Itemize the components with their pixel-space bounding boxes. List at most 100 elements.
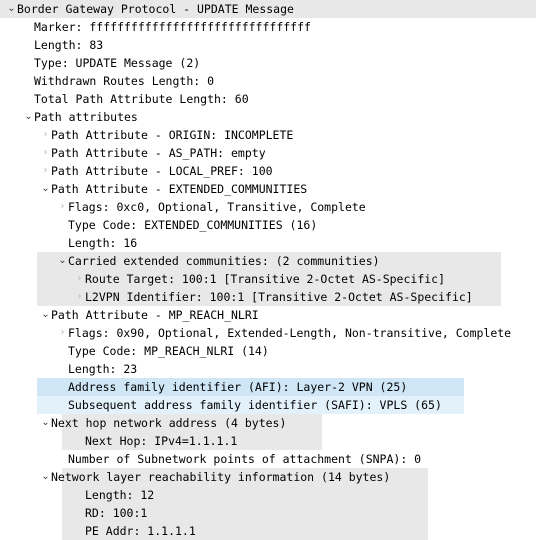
row-content: ⌄Path attributes: [0, 108, 138, 126]
chevron-right-icon[interactable]: ›: [74, 270, 85, 288]
chevron-right-icon[interactable]: ›: [74, 288, 85, 306]
row-content: PE Addr: 1.1.1.1: [0, 522, 196, 540]
row-content: ⌄Path Attribute - EXTENDED_COMMUNITIES: [0, 180, 307, 198]
row-content: › L2VPN Identifier: 100:1 [Transitive 2-O…: [0, 288, 473, 306]
chevron-down-icon[interactable]: ⌄: [40, 180, 51, 198]
tree-item-length-23[interactable]: Length: 23: [0, 360, 536, 378]
tree-item-next-hop[interactable]: Next Hop: IPv4=1.1.1.1: [0, 432, 536, 450]
tree-item-flags-0xc0[interactable]: › Flags: 0xc0, Optional, Transitive, Comp…: [0, 198, 536, 216]
row-content: › Flags: 0x90, Optional, Extended-Length,…: [0, 324, 512, 342]
row-content: Length: 16: [0, 234, 137, 252]
row-content: › Flags: 0xc0, Optional, Transitive, Comp…: [0, 198, 366, 216]
tree-item-label: Path Attribute - ORIGIN: INCOMPLETE: [51, 128, 294, 142]
tree-item-bgp-update-message[interactable]: ⌄Border Gateway Protocol - UPDATE Messag…: [0, 0, 536, 18]
row-content: Type Code: MP_REACH_NLRI (14): [0, 342, 269, 360]
row-content: Subsequent address family identifier (SA…: [0, 396, 442, 414]
tree-item-type[interactable]: Type: UPDATE Message (2): [0, 54, 536, 72]
row-content: Type: UPDATE Message (2): [0, 54, 200, 72]
chevron-down-icon[interactable]: ⌄: [23, 108, 34, 126]
tree-item-total-path-attribute-length[interactable]: Total Path Attribute Length: 60: [0, 90, 536, 108]
tree-item-label: Flags: 0x90, Optional, Extended-Length, …: [68, 326, 512, 340]
tree-item-label: Length: 23: [68, 362, 138, 376]
tree-item-type-code-extended-communities[interactable]: Type Code: EXTENDED_COMMUNITIES (16): [0, 216, 536, 234]
chevron-right-icon[interactable]: ›: [40, 144, 51, 162]
tree-item-label: Route Target: 100:1 [Transitive 2-Octet …: [85, 272, 446, 286]
row-content: Next Hop: IPv4=1.1.1.1: [0, 432, 237, 450]
tree-item-label: Length: 12: [85, 488, 155, 502]
row-content: Type Code: EXTENDED_COMMUNITIES (16): [0, 216, 317, 234]
row-content: ⌄Carried extended communities: (2 commun…: [0, 252, 380, 270]
tree-item-label: Address family identifier (AFI): Layer-2…: [68, 380, 408, 394]
tree-item-label: L2VPN Identifier: 100:1 [Transitive 2-Oc…: [85, 290, 473, 304]
row-content: › Path Attribute - ORIGIN: INCOMPLETE: [0, 126, 294, 144]
tree-item-label: Path Attribute - LOCAL_PREF: 100: [51, 164, 273, 178]
tree-item-label: Path Attribute - EXTENDED_COMMUNITIES: [51, 182, 308, 196]
tree-item-label: Flags: 0xc0, Optional, Transitive, Compl…: [68, 200, 366, 214]
tree-item-length-16[interactable]: Length: 16: [0, 234, 536, 252]
tree-item-label: Number of Subnetwork points of attachmen…: [68, 452, 422, 466]
tree-item-label: Path Attribute - MP_REACH_NLRI: [51, 308, 259, 322]
row-content: Length: 23: [0, 360, 137, 378]
tree-item-path-attribute-extended-communities[interactable]: ⌄Path Attribute - EXTENDED_COMMUNITIES: [0, 180, 536, 198]
row-content: RD: 100:1: [0, 504, 147, 522]
tree-item-flags-0x90[interactable]: › Flags: 0x90, Optional, Extended-Length,…: [0, 324, 536, 342]
row-content: Length: 12: [0, 486, 154, 504]
tree-item-length[interactable]: Length: 83: [0, 36, 536, 54]
tree-item-label: Network layer reachability information (…: [51, 470, 391, 484]
tree-item-label: Length: 83: [34, 38, 104, 52]
chevron-right-icon[interactable]: ›: [40, 126, 51, 144]
tree-item-label: Type: UPDATE Message (2): [34, 56, 201, 70]
row-content: ⌄Border Gateway Protocol - UPDATE Messag…: [0, 0, 294, 18]
tree-item-label: Subsequent address family identifier (SA…: [68, 398, 442, 412]
row-content: Withdrawn Routes Length: 0: [0, 72, 214, 90]
tree-item-label: Withdrawn Routes Length: 0: [34, 74, 215, 88]
packet-details-tree[interactable]: ⌄Border Gateway Protocol - UPDATE Messag…: [0, 0, 536, 540]
tree-item-label: Type Code: EXTENDED_COMMUNITIES (16): [68, 218, 318, 232]
chevron-down-icon[interactable]: ⌄: [40, 306, 51, 324]
tree-item-l2vpn-identifier[interactable]: › L2VPN Identifier: 100:1 [Transitive 2-O…: [0, 288, 536, 306]
tree-item-snpa-count[interactable]: Number of Subnetwork points of attachmen…: [0, 450, 536, 468]
tree-item-nlri-rd[interactable]: RD: 100:1: [0, 504, 536, 522]
tree-item-route-target[interactable]: › Route Target: 100:1 [Transitive 2-Octet…: [0, 270, 536, 288]
tree-item-nlri-length[interactable]: Length: 12: [0, 486, 536, 504]
tree-item-network-layer-reachability-information[interactable]: ⌄Network layer reachability information …: [0, 468, 536, 486]
row-content: Length: 83: [0, 36, 103, 54]
tree-item-label: PE Addr: 1.1.1.1: [85, 524, 196, 538]
tree-item-label: Path attributes: [34, 110, 138, 124]
row-content: › Path Attribute - LOCAL_PREF: 100: [0, 162, 273, 180]
tree-item-label: RD: 100:1: [85, 506, 148, 520]
row-content: › Route Target: 100:1 [Transitive 2-Octet…: [0, 270, 446, 288]
tree-item-label: Path Attribute - AS_PATH: empty: [51, 146, 266, 160]
tree-item-path-attribute-mp-reach-nlri[interactable]: ⌄Path Attribute - MP_REACH_NLRI: [0, 306, 536, 324]
tree-item-label: Carried extended communities: (2 communi…: [68, 254, 380, 268]
tree-item-marker[interactable]: Marker: ffffffffffffffffffffffffffffffff: [0, 18, 536, 36]
tree-item-label: Border Gateway Protocol - UPDATE Message: [17, 2, 294, 16]
row-content: Total Path Attribute Length: 60: [0, 90, 249, 108]
tree-item-withdrawn-routes-length[interactable]: Withdrawn Routes Length: 0: [0, 72, 536, 90]
tree-item-label: Length: 16: [68, 236, 138, 250]
tree-item-nlri-pe-addr[interactable]: PE Addr: 1.1.1.1: [0, 522, 536, 540]
row-content: ⌄Network layer reachability information …: [0, 468, 390, 486]
chevron-down-icon[interactable]: ⌄: [40, 468, 51, 486]
tree-item-type-code-mp-reach-nlri[interactable]: Type Code: MP_REACH_NLRI (14): [0, 342, 536, 360]
chevron-right-icon[interactable]: ›: [40, 162, 51, 180]
row-content: ⌄Next hop network address (4 bytes): [0, 414, 286, 432]
tree-item-path-attribute-as-path[interactable]: › Path Attribute - AS_PATH: empty: [0, 144, 536, 162]
chevron-right-icon[interactable]: ›: [57, 198, 68, 216]
chevron-down-icon[interactable]: ⌄: [6, 0, 17, 18]
tree-item-subsequent-address-family-identifier[interactable]: Subsequent address family identifier (SA…: [0, 396, 536, 414]
chevron-down-icon[interactable]: ⌄: [40, 414, 51, 432]
tree-item-carried-extended-communities[interactable]: ⌄Carried extended communities: (2 commun…: [0, 252, 536, 270]
row-content: Number of Subnetwork points of attachmen…: [0, 450, 421, 468]
tree-item-next-hop-network-address[interactable]: ⌄Next hop network address (4 bytes): [0, 414, 536, 432]
tree-item-label: Total Path Attribute Length: 60: [34, 92, 249, 106]
tree-item-path-attribute-local-pref[interactable]: › Path Attribute - LOCAL_PREF: 100: [0, 162, 536, 180]
tree-item-label: Next hop network address (4 bytes): [51, 416, 287, 430]
tree-item-path-attribute-origin[interactable]: › Path Attribute - ORIGIN: INCOMPLETE: [0, 126, 536, 144]
chevron-down-icon[interactable]: ⌄: [57, 252, 68, 270]
chevron-right-icon[interactable]: ›: [57, 324, 68, 342]
row-content: Marker: ffffffffffffffffffffffffffffffff: [0, 18, 311, 36]
tree-item-label: Next Hop: IPv4=1.1.1.1: [85, 434, 238, 448]
tree-item-address-family-identifier[interactable]: Address family identifier (AFI): Layer-2…: [0, 378, 536, 396]
tree-item-path-attributes[interactable]: ⌄Path attributes: [0, 108, 536, 126]
